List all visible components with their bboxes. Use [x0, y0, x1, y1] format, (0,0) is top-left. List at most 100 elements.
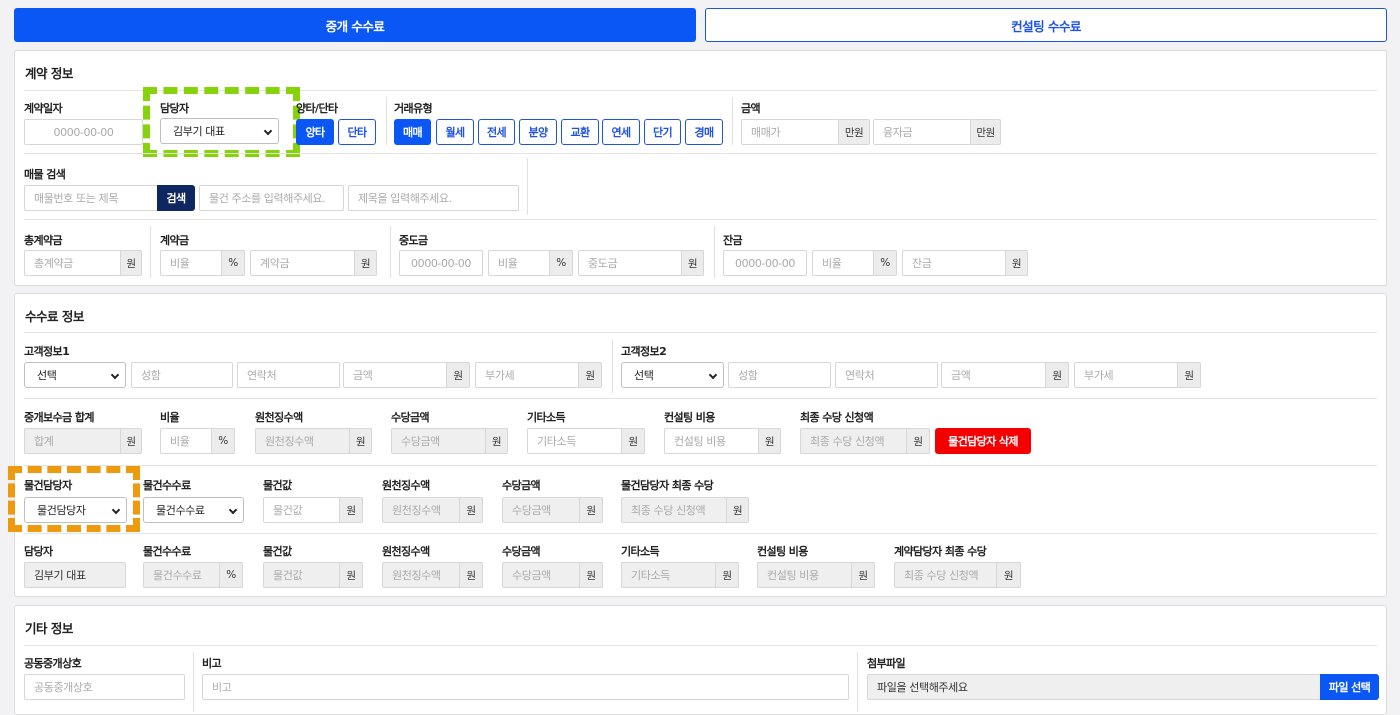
deposit-input[interactable]: 계약금 [250, 250, 355, 276]
label-prop-withholding: 원천징수액 [382, 479, 430, 492]
attachment-input[interactable]: 파일을 선택해주세요 [867, 674, 1321, 700]
deal-type-jeonse[interactable]: 전세 [478, 119, 515, 145]
label-memo: 비고 [202, 657, 222, 670]
label-total-deposit: 총계약금 [24, 234, 63, 247]
middle-ratio-input[interactable]: 비율 [488, 250, 550, 276]
customer2-vat-input[interactable]: 부가세 [1074, 362, 1178, 388]
mgr-other-income-input[interactable]: 기타소득 [621, 562, 716, 588]
fee-total-input[interactable]: 합계 [24, 428, 121, 454]
listing-search-input[interactable]: 매물번호 또는 제목 [24, 185, 158, 211]
balance-ratio-input[interactable]: 비율 [812, 250, 874, 276]
file-select-button[interactable]: 파일 선택 [1320, 674, 1379, 700]
customer2-select[interactable]: 선택 [621, 362, 724, 388]
title-input[interactable]: 제목을 입력해주세요. [348, 185, 519, 211]
label-contract-date: 계약일자 [24, 102, 63, 115]
manager-select-value: 김부기 대표 [173, 125, 225, 138]
unit-suffix: 원 [120, 428, 142, 454]
label-co-broker: 공동중개상호 [24, 657, 82, 670]
deal-type-presale[interactable]: 분양 [519, 119, 557, 145]
label-side: 양타/단타 [296, 102, 338, 115]
mgr-withholding-input[interactable]: 원천징수액 [382, 562, 460, 588]
chevron-down-icon [111, 505, 121, 515]
contract-final-input[interactable]: 최종 수당 신청액 [894, 562, 997, 588]
other-income-input[interactable]: 기타소득 [527, 428, 622, 454]
label-manager: 담당자 [160, 102, 189, 115]
side-single-button[interactable]: 단타 [338, 119, 376, 145]
label-attachment: 첨부파일 [867, 657, 906, 670]
final-allowance-input[interactable]: 최종 수당 신청액 [800, 428, 907, 454]
divider [24, 153, 1377, 154]
tab-consulting-fee[interactable]: 컨설팅 수수료 [705, 8, 1387, 42]
address-input[interactable]: 물건 주소를 입력해주세요. [199, 185, 344, 211]
label-balance: 잔금 [723, 234, 743, 247]
divider [714, 226, 715, 278]
withholding-input[interactable]: 원천징수액 [255, 428, 350, 454]
property-manager-select[interactable]: 물건담당자 [24, 497, 127, 523]
unit-suffix: 원 [758, 428, 781, 454]
prop-withholding-input[interactable]: 원천징수액 [382, 497, 460, 523]
deal-type-exchange[interactable]: 교환 [561, 119, 599, 145]
percent-suffix: % [873, 250, 897, 276]
deal-type-monthly[interactable]: 월세 [436, 119, 474, 145]
mgr-property-price-input[interactable]: 물건값 [263, 562, 340, 588]
customer1-vat-input[interactable]: 부가세 [475, 362, 579, 388]
label-prop-final: 물건담당자 최종 수당 [621, 479, 714, 492]
balance-input[interactable]: 잔금 [902, 250, 1006, 276]
divider [24, 533, 1377, 534]
property-fee-select[interactable]: 물건수수료 [143, 497, 244, 523]
label-mgr-withholding: 원천징수액 [382, 545, 430, 558]
mgr-consulting-input[interactable]: 컨설팅 비용 [757, 562, 852, 588]
total-deposit-input[interactable]: 총계약금 [24, 250, 121, 276]
label-mgr-other-income: 기타소득 [621, 545, 660, 558]
divider [857, 652, 858, 712]
divider [24, 465, 1377, 466]
divider [732, 97, 733, 145]
manager-input[interactable]: 김부기 대표 [24, 562, 126, 588]
label-other-income: 기타소득 [527, 411, 566, 424]
unit-suffix: 원 [851, 562, 875, 588]
sale-price-input[interactable]: 매매가 [741, 119, 839, 145]
divider [527, 158, 528, 215]
tab-brokerage-fee[interactable]: 중개 수수료 [14, 8, 696, 42]
side-both-button[interactable]: 양타 [296, 119, 334, 145]
deal-type-short[interactable]: 단기 [644, 119, 681, 145]
manager-select[interactable]: 김부기 대표 [160, 118, 279, 144]
deposit-ratio-input[interactable]: 비율 [160, 250, 222, 276]
mgr-property-fee-input[interactable]: 물건수수료 [143, 562, 220, 588]
delete-property-manager-button[interactable]: 물건담당자 삭제 [935, 428, 1031, 454]
deal-type-yearly[interactable]: 연세 [602, 119, 640, 145]
unit-suffix: 원 [339, 562, 363, 588]
customer1-contact-input[interactable]: 연락처 [237, 362, 340, 388]
customer2-select-value: 선택 [634, 369, 654, 382]
label-property-price: 물건값 [263, 479, 292, 492]
label-fee-total: 중개보수금 합계 [24, 411, 94, 424]
search-button[interactable]: 검색 [157, 185, 195, 211]
property-fee-select-value: 물건수수료 [156, 504, 205, 517]
memo-input[interactable]: 비고 [202, 674, 849, 700]
middle-date-input[interactable]: 0000-00-00 [399, 250, 483, 276]
mgr-allowance-input[interactable]: 수당금액 [502, 562, 580, 588]
ratio-input[interactable]: 비율 [160, 428, 212, 454]
deal-type-auction[interactable]: 경매 [685, 119, 723, 145]
balance-date-input[interactable]: 0000-00-00 [723, 250, 807, 276]
customer1-select[interactable]: 선택 [24, 362, 126, 388]
customer1-amount-input[interactable]: 금액 [343, 362, 447, 388]
divider [390, 226, 391, 278]
unit-suffix: 원 [459, 562, 483, 588]
allowance-input[interactable]: 수당금액 [391, 428, 486, 454]
customer1-name-input[interactable]: 성함 [131, 362, 233, 388]
co-broker-input[interactable]: 공동중개상호 [24, 674, 185, 700]
deal-type-sale[interactable]: 매매 [394, 119, 431, 145]
unit-suffix: 원 [459, 497, 483, 523]
customer2-amount-input[interactable]: 금액 [941, 362, 1046, 388]
consulting-cost-input[interactable]: 컨설팅 비용 [664, 428, 759, 454]
property-price-input[interactable]: 물건값 [263, 497, 340, 523]
customer2-name-input[interactable]: 성함 [728, 362, 831, 388]
prop-final-input[interactable]: 최종 수당 신청액 [621, 497, 727, 523]
contract-date-input[interactable]: 0000-00-00 [24, 119, 143, 145]
middle-payment-input[interactable]: 중도금 [578, 250, 682, 276]
loan-input[interactable]: 융자금 [873, 119, 971, 145]
prop-allowance-input[interactable]: 수당금액 [502, 497, 580, 523]
label-prop-allowance: 수당금액 [502, 479, 541, 492]
customer2-contact-input[interactable]: 연락처 [835, 362, 938, 388]
